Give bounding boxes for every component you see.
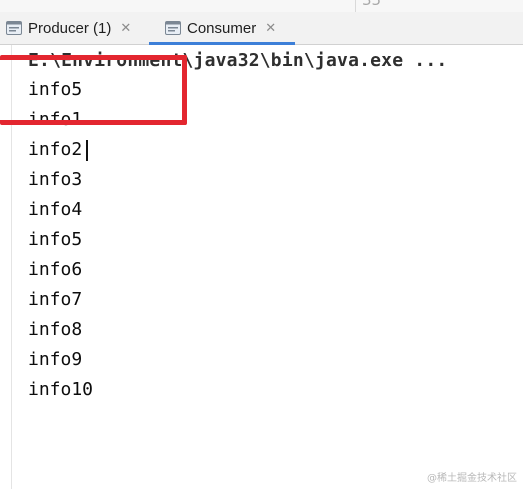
console-line: info8	[28, 319, 83, 340]
console-line: info6	[28, 259, 83, 280]
console-line: info2	[28, 139, 83, 160]
console-line: info10	[28, 379, 94, 400]
close-icon[interactable]: ✕	[265, 21, 276, 36]
run-tool-window: 35 Producer (1) ✕ Consumer ✕ E:\Environm…	[0, 0, 523, 489]
editor-gutter-strip: 35	[0, 0, 523, 12]
tab-consumer[interactable]: Consumer ✕	[149, 12, 295, 45]
close-icon[interactable]: ✕	[120, 21, 131, 36]
tab-consumer-label: Consumer	[187, 19, 257, 37]
tab-producer-label: Producer (1)	[28, 19, 112, 37]
console-line: info7	[28, 289, 83, 310]
console-line: info4	[28, 199, 83, 220]
console-line: info5	[28, 229, 83, 250]
line-number: 35	[362, 0, 382, 9]
gutter-divider	[355, 0, 356, 12]
console-line: info3	[28, 169, 83, 190]
run-tabs-bar: Producer (1) ✕ Consumer ✕	[0, 12, 523, 45]
run-console-icon	[6, 21, 22, 35]
run-console-icon	[165, 21, 181, 35]
watermark: @稀土掘金技术社区	[427, 473, 517, 484]
tab-producer[interactable]: Producer (1) ✕	[0, 12, 146, 44]
console-line: info9	[28, 349, 83, 370]
highlight-annotation-box	[0, 55, 187, 125]
text-caret	[86, 140, 88, 161]
